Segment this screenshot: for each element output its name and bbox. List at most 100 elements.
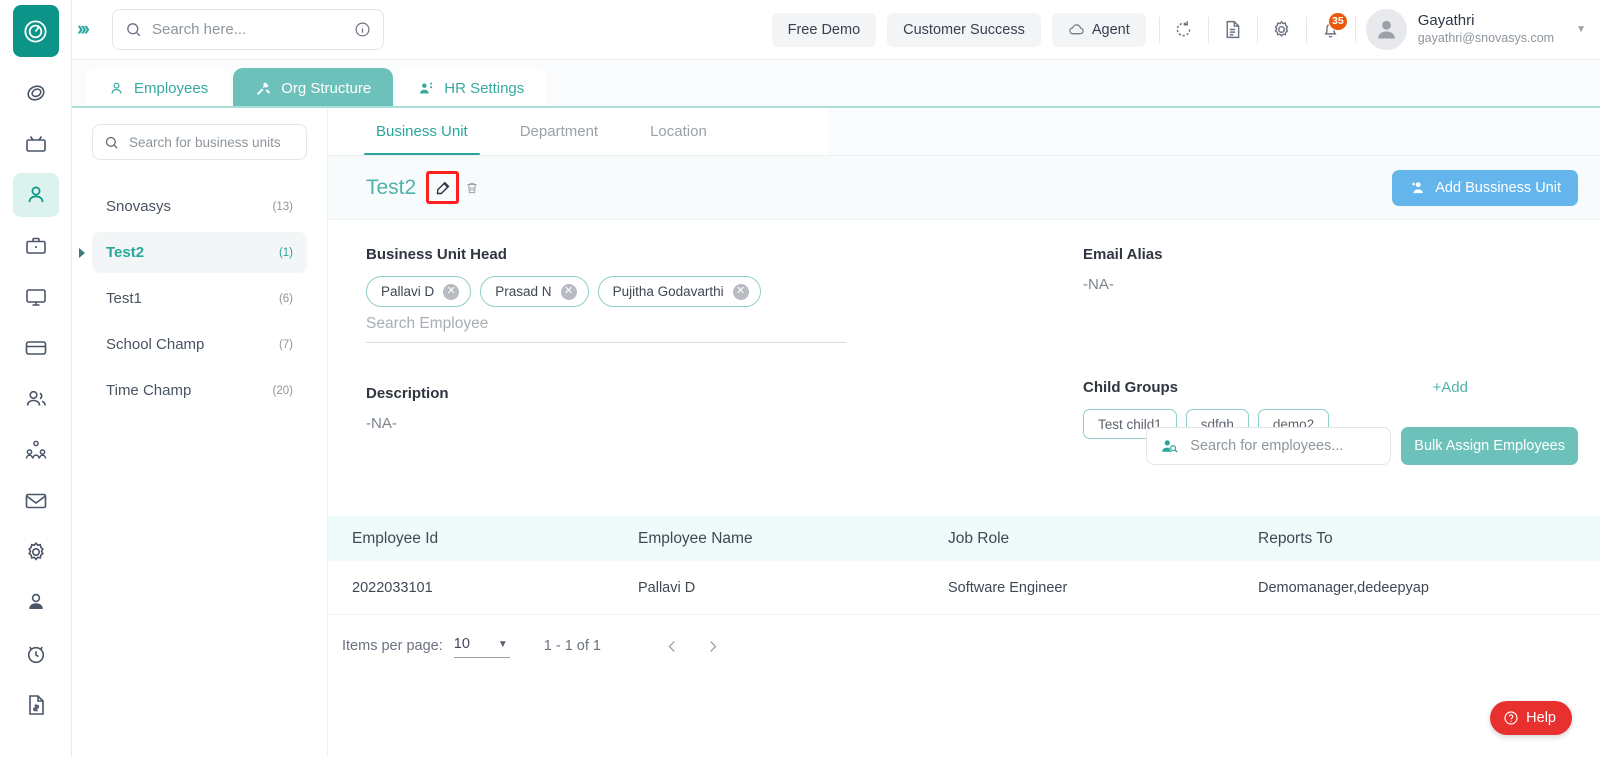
user-profile-menu[interactable]: Gayathri gayathri@snovasys.com bbox=[1365, 9, 1554, 50]
description-label: Description bbox=[366, 385, 449, 402]
header-divider-3 bbox=[1256, 16, 1258, 43]
document-icon bbox=[1226, 20, 1240, 39]
documents-button[interactable] bbox=[1211, 10, 1255, 50]
user-avatar-icon bbox=[1377, 20, 1395, 39]
expand-arrow-icon bbox=[79, 247, 85, 258]
list-item-count: (7) bbox=[278, 338, 293, 351]
sidebar-item-school-champ[interactable]: School Champ (7) bbox=[92, 324, 307, 365]
table-header-row: Employee Id Employee Name Job Role Repor… bbox=[328, 516, 1600, 561]
business-unit-sidebar: Search for business units Snovasys (13) … bbox=[72, 108, 328, 757]
subtab-location[interactable]: Location bbox=[624, 108, 733, 155]
list-item-count: (6) bbox=[278, 292, 293, 305]
global-search-input[interactable]: Search here... bbox=[111, 9, 384, 50]
business-unit-list: Snovasys (13) Test2 (1) Test1 (6) School… bbox=[79, 186, 307, 411]
app-window: ››› Search here... Free Demo Customer Su… bbox=[0, 0, 1600, 757]
subtab-business-unit[interactable]: Business Unit bbox=[350, 108, 494, 155]
detail-title-bar: Test2 Add Bussiness Unit bbox=[328, 156, 1600, 220]
top-header-bar: ››› Search here... Free Demo Customer Su… bbox=[72, 0, 1600, 60]
profile-name: Gayathri bbox=[1417, 12, 1475, 30]
rail-item-time-clock[interactable] bbox=[13, 632, 59, 676]
rail-item-briefcase[interactable] bbox=[13, 224, 59, 268]
chevron-left-icon bbox=[668, 640, 676, 652]
assign-employees-row: Search for employees... Bulk Assign Empl… bbox=[1146, 427, 1578, 465]
rail-item-card[interactable] bbox=[13, 326, 59, 370]
sidebar-item-test1[interactable]: Test1 (6) bbox=[92, 278, 307, 319]
notifications-button[interactable]: 35 bbox=[1309, 10, 1353, 50]
email-alias-block: Email Alias -NA- bbox=[1083, 246, 1600, 293]
column-header-employee-id: Employee Id bbox=[352, 529, 439, 547]
business-unit-search-input[interactable]: Search for business units bbox=[92, 124, 307, 160]
rail-item-employees[interactable] bbox=[12, 173, 59, 217]
customer-success-label: Customer Success bbox=[903, 21, 1025, 38]
bulk-assign-employees-button[interactable]: Bulk Assign Employees bbox=[1401, 427, 1578, 465]
list-item-count: (13) bbox=[272, 200, 293, 213]
previous-page-button[interactable] bbox=[653, 628, 693, 664]
detail-left-column: Business Unit Head Pallavi D ✕ Prasad N … bbox=[366, 246, 1006, 432]
items-per-page-select[interactable]: 10 ▼ bbox=[453, 634, 510, 658]
rail-item-org-hierarchy[interactable] bbox=[13, 428, 59, 472]
rail-item-tv[interactable] bbox=[13, 122, 59, 166]
table-row[interactable]: 2022033101 Pallavi D Software Engineer D… bbox=[328, 561, 1600, 615]
expand-sidebar-icon[interactable]: ››› bbox=[68, 19, 96, 41]
remove-chip-icon[interactable]: ✕ bbox=[443, 283, 460, 300]
rail-item-people[interactable] bbox=[13, 377, 59, 421]
employees-table: Employee Id Employee Name Job Role Repor… bbox=[328, 516, 1600, 677]
chevron-right-icon bbox=[710, 640, 717, 652]
edit-business-unit-button[interactable] bbox=[426, 171, 460, 204]
subtab-department[interactable]: Department bbox=[494, 108, 624, 155]
business-unit-search-placeholder: Search for business units bbox=[129, 134, 281, 150]
info-icon[interactable] bbox=[354, 21, 371, 38]
delete-business-unit-button[interactable] bbox=[465, 180, 479, 196]
chip-head-3[interactable]: Pujitha Godavarthi ✕ bbox=[597, 276, 761, 307]
employee-search-input[interactable]: Search for employees... bbox=[1146, 427, 1392, 465]
search-employee-input[interactable]: Search Employee bbox=[366, 315, 846, 343]
chip-label: Prasad N bbox=[495, 284, 552, 299]
chip-head-1[interactable]: Pallavi D ✕ bbox=[366, 276, 472, 307]
free-demo-button[interactable]: Free Demo bbox=[771, 12, 877, 47]
chevron-down-icon: ▼ bbox=[497, 638, 508, 650]
list-item-label: School Champ bbox=[106, 336, 205, 353]
add-person-icon bbox=[1412, 182, 1424, 194]
business-unit-head-chips: Pallavi D ✕ Prasad N ✕ Pujitha Godavarth… bbox=[366, 276, 1006, 307]
business-unit-head-label: Business Unit Head bbox=[366, 246, 507, 263]
list-item-count: (1) bbox=[278, 246, 293, 259]
person-icon bbox=[111, 82, 122, 94]
rail-item-invoice[interactable] bbox=[13, 683, 59, 727]
customer-success-button[interactable]: Customer Success bbox=[887, 12, 1041, 47]
sidebar-item-time-champ[interactable]: Time Champ (20) bbox=[92, 370, 307, 411]
sidebar-item-snovasys[interactable]: Snovasys (13) bbox=[92, 186, 307, 227]
tab-org-structure[interactable]: Org Structure bbox=[233, 68, 394, 108]
chip-head-2[interactable]: Prasad N ✕ bbox=[480, 276, 589, 307]
agent-button[interactable]: Agent bbox=[1051, 12, 1146, 47]
help-button[interactable]: Help bbox=[1490, 701, 1572, 735]
header-divider-5 bbox=[1354, 16, 1356, 43]
rail-item-settings[interactable] bbox=[13, 530, 59, 574]
remove-chip-icon[interactable]: ✕ bbox=[732, 283, 749, 300]
cloud-icon bbox=[1069, 24, 1084, 35]
subtab-location-label: Location bbox=[650, 123, 707, 140]
next-page-button[interactable] bbox=[693, 628, 733, 664]
list-item-count: (20) bbox=[272, 384, 293, 397]
global-search-placeholder: Search here... bbox=[151, 21, 247, 38]
rail-item-user-profile[interactable] bbox=[13, 581, 59, 625]
add-business-unit-button[interactable]: Add Bussiness Unit bbox=[1392, 169, 1578, 206]
question-circle-icon bbox=[1504, 711, 1518, 725]
tab-employees[interactable]: Employees bbox=[86, 68, 231, 108]
tab-hr-settings[interactable]: HR Settings bbox=[396, 68, 547, 108]
tab-underline bbox=[72, 106, 1600, 108]
refresh-button[interactable] bbox=[1162, 10, 1206, 50]
table-pagination: Items per page: 10 ▼ 1 - 1 of 1 bbox=[328, 615, 1600, 677]
remove-chip-icon[interactable]: ✕ bbox=[560, 283, 577, 300]
chevron-down-icon[interactable]: ▼ bbox=[1576, 24, 1586, 35]
app-logo[interactable] bbox=[12, 5, 59, 57]
help-label: Help bbox=[1526, 710, 1556, 726]
items-per-page-label: Items per page: bbox=[342, 638, 443, 654]
notification-badge: 35 bbox=[1328, 11, 1348, 31]
rail-item-spiral[interactable] bbox=[13, 71, 59, 115]
sidebar-item-test2[interactable]: Test2 (1) bbox=[79, 232, 307, 273]
rail-item-mail[interactable] bbox=[13, 479, 59, 523]
add-child-group-link[interactable]: +Add bbox=[1433, 379, 1468, 396]
rail-item-monitor[interactable] bbox=[13, 275, 59, 319]
cell-employee-name: Pallavi D bbox=[638, 579, 696, 596]
settings-button[interactable] bbox=[1260, 10, 1304, 50]
